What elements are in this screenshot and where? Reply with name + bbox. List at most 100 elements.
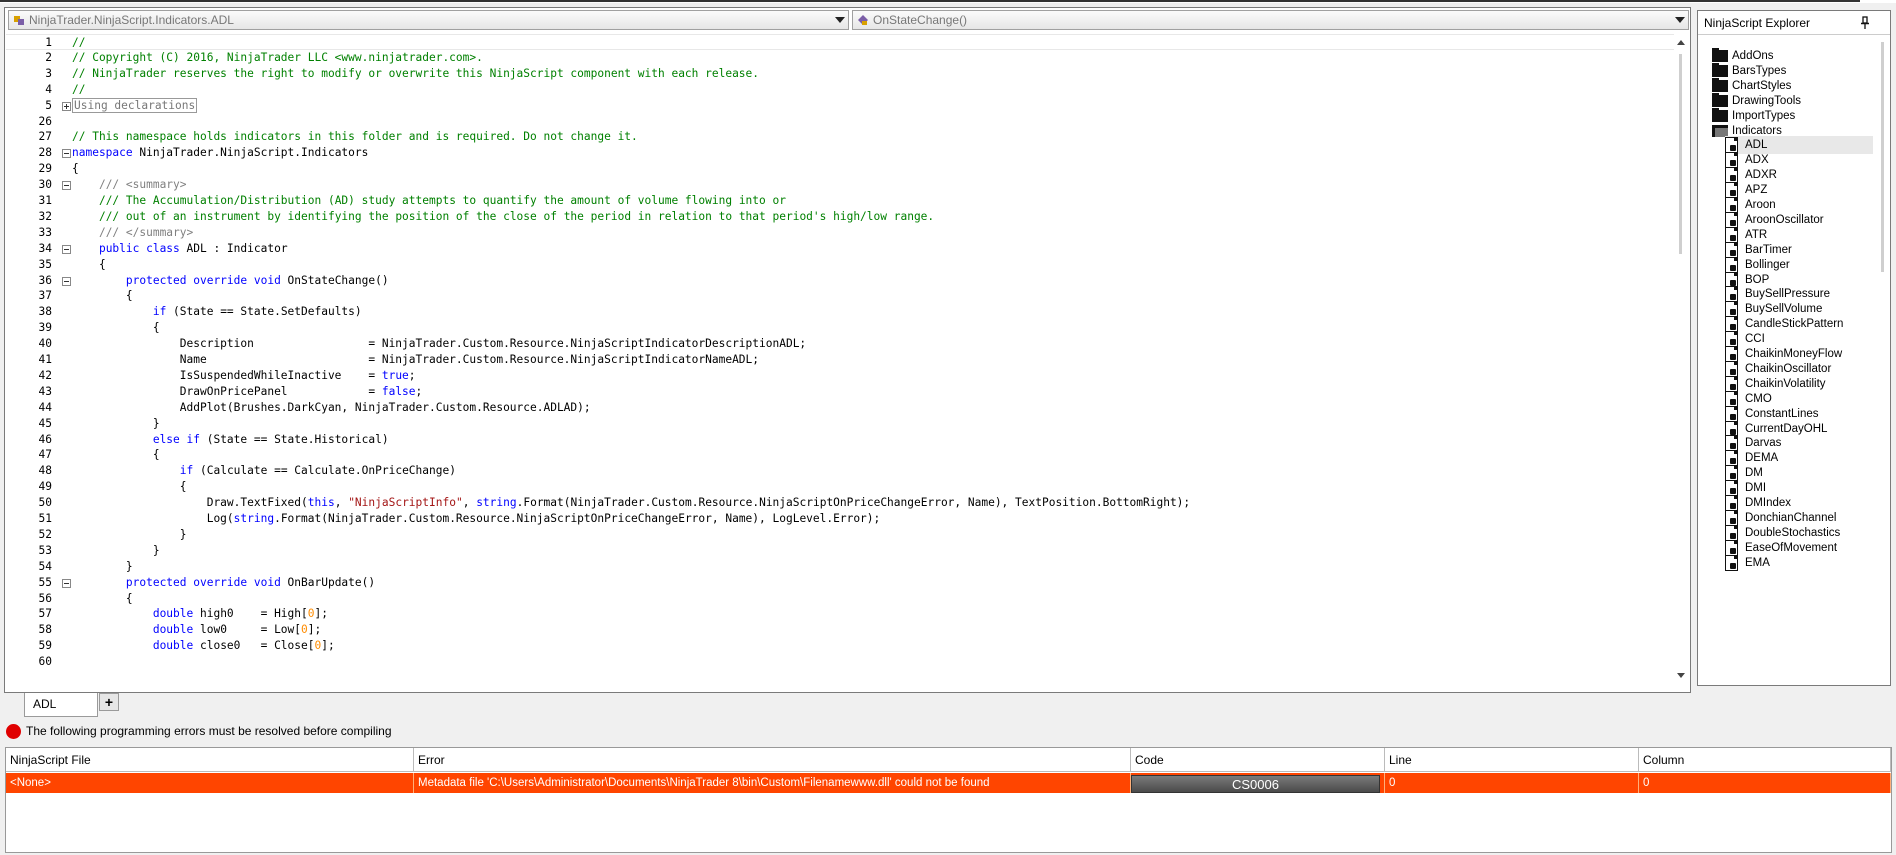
code-line[interactable]: 51 Log(string.Format(NinjaTrader.Custom.… [6, 511, 1674, 527]
code-text: { [72, 257, 106, 271]
code-text: DrawOnPricePanel = false; [72, 384, 423, 398]
code-text: } [72, 416, 160, 430]
line-number: 28 [38, 146, 52, 160]
code-line[interactable]: 37 { [6, 288, 1674, 304]
line-number: 55 [38, 575, 52, 589]
scroll-up-icon[interactable] [1677, 40, 1685, 45]
code-editor-panel: NinjaTrader.NinjaScript.Indicators.ADL O… [4, 7, 1691, 693]
tab-adl[interactable]: ADL [24, 693, 98, 717]
column-header[interactable]: Column [1639, 748, 1891, 772]
error-row-cell[interactable]: Metadata file 'C:\Users\Administrator\Do… [414, 773, 1131, 793]
code-line[interactable]: 36 protected override void OnStateChange… [6, 273, 1674, 289]
code-line[interactable]: 40 Description = NinjaTrader.Custom.Reso… [6, 336, 1674, 352]
code-line[interactable]: 42 IsSuspendedWhileInactive = true; [6, 368, 1674, 384]
code-line[interactable]: 60 [6, 654, 1674, 670]
collapse-icon[interactable] [62, 181, 71, 191]
error-row-cell[interactable]: <None> [6, 773, 414, 793]
code-line[interactable]: 3 // NinjaTrader reserves the right to mo… [6, 66, 1674, 82]
code-line[interactable]: 28 namespace NinjaTrader.NinjaScript.Indi… [6, 145, 1674, 161]
collapse-icon[interactable] [62, 276, 71, 286]
code-line[interactable]: 58 double low0 = Low[0]; [6, 622, 1674, 638]
folder-icon [1712, 48, 1728, 62]
explorer-file-item[interactable]: EMA [1725, 554, 1873, 572]
code-text: /// <summary> [98, 178, 187, 192]
code-line[interactable]: 45 } [6, 416, 1674, 432]
column-header[interactable]: Code [1131, 748, 1385, 772]
collapse-icon[interactable] [62, 149, 71, 159]
code-line[interactable]: 4 // [6, 82, 1674, 98]
code-text-area[interactable]: 1 // 2 // Copyright (C) 2016, NinjaTrader L… [6, 34, 1674, 686]
pin-icon[interactable] [1860, 16, 1870, 30]
code-line[interactable]: 31 /// The Accumulation/Distribution (AD… [6, 193, 1674, 209]
line-number: 46 [38, 432, 52, 446]
code-line[interactable]: 2 // Copyright (C) 2016, NinjaTrader LLC … [6, 50, 1674, 66]
code-line[interactable]: 39 { [6, 320, 1674, 336]
code-line[interactable]: 55 protected override void OnBarUpdate() [6, 575, 1674, 591]
collapse-icon[interactable] [62, 244, 71, 254]
code-line[interactable]: 49 { [6, 479, 1674, 495]
expand-icon[interactable] [62, 101, 71, 111]
code-line[interactable]: 38 if (State == State.SetDefaults) [6, 304, 1674, 320]
code-text: double low0 = Low[0]; [152, 623, 322, 637]
code-line[interactable]: 27 // This namespace holds indicators in … [6, 129, 1674, 145]
line-number: 44 [38, 400, 52, 414]
code-line[interactable]: 34 public class ADL : Indicator [6, 241, 1674, 257]
file-selector-dropdown[interactable]: NinjaTrader.NinjaScript.Indicators.ADL [8, 10, 849, 30]
column-header[interactable]: Error [414, 748, 1131, 772]
code-line[interactable]: 33 /// </summary> [6, 225, 1674, 241]
code-line[interactable]: 44 AddPlot(Brushes.DarkCyan, NinjaTrader… [6, 400, 1674, 416]
method-selector-label: OnStateChange() [873, 13, 968, 27]
line-number: 30 [38, 178, 52, 192]
line-number: 27 [38, 130, 52, 144]
code-line[interactable]: 1 // [6, 34, 1674, 50]
code-line[interactable]: 32 /// out of an instrument by identifyi… [6, 209, 1674, 225]
code-line[interactable]: 43 DrawOnPricePanel = false; [6, 384, 1674, 400]
line-number: 39 [38, 321, 52, 335]
code-line[interactable]: 47 { [6, 447, 1674, 463]
code-line[interactable]: 54 } [6, 559, 1674, 575]
code-text: { [72, 289, 133, 303]
error-row-cell[interactable]: 0 [1639, 773, 1891, 793]
code-line[interactable]: 48 if (Calculate == Calculate.OnPriceCha… [6, 463, 1674, 479]
method-selector-dropdown[interactable]: OnStateChange() [852, 10, 1689, 30]
line-number: 48 [38, 464, 52, 478]
line-number: 50 [38, 496, 52, 510]
chevron-down-icon [1675, 17, 1685, 23]
line-number: 57 [38, 607, 52, 621]
code-line[interactable]: 50 Draw.TextFixed(this, "NinjaScriptInfo… [6, 495, 1674, 511]
explorer-title: NinjaScript Explorer [1704, 16, 1811, 30]
explorer-vertical-scrollbar[interactable] [1875, 36, 1890, 685]
line-number: 38 [38, 305, 52, 319]
code-line[interactable]: 26 [6, 114, 1674, 130]
folder-icon [1712, 92, 1728, 107]
line-number: 49 [38, 480, 52, 494]
code-line[interactable]: 59 double close0 = Close[0]; [6, 638, 1674, 654]
file-label: EMA [1745, 556, 1770, 569]
code-line[interactable]: 52 } [6, 527, 1674, 543]
error-row-cell[interactable]: 0 [1385, 773, 1639, 793]
scroll-thumb[interactable] [1679, 54, 1682, 254]
add-tab-button[interactable]: + [99, 693, 119, 711]
error-code-button[interactable]: CS0006 [1131, 775, 1380, 793]
line-number: 5 [45, 98, 52, 112]
scroll-thumb[interactable] [1881, 42, 1884, 272]
code-line[interactable]: 29 { [6, 161, 1674, 177]
code-text: IsSuspendedWhileInactive = true; [72, 368, 416, 382]
line-number: 58 [38, 623, 52, 637]
column-header[interactable]: Line [1385, 748, 1639, 772]
code-text: Description = NinjaTrader.Custom.Resourc… [72, 337, 807, 351]
code-line[interactable]: 53 } [6, 543, 1674, 559]
code-line[interactable]: 56 { [6, 591, 1674, 607]
code-line[interactable]: 41 Name = NinjaTrader.Custom.Resource.Ni… [6, 352, 1674, 368]
code-line[interactable]: 57 double high0 = High[0]; [6, 606, 1674, 622]
collapse-icon[interactable] [62, 578, 71, 588]
line-number: 4 [45, 82, 52, 96]
editor-vertical-scrollbar[interactable] [1674, 34, 1689, 684]
code-line[interactable]: 30 /// <summary> [6, 177, 1674, 193]
scroll-down-icon[interactable] [1677, 673, 1685, 678]
code-line[interactable]: 35 { [6, 257, 1674, 273]
code-line[interactable]: 5 Using declarations [6, 97, 1674, 114]
error-summary-text: The following programming errors must be… [26, 724, 392, 738]
code-line[interactable]: 46 else if (State == State.Historical) [6, 432, 1674, 448]
column-header[interactable]: NinjaScript File [6, 748, 414, 772]
